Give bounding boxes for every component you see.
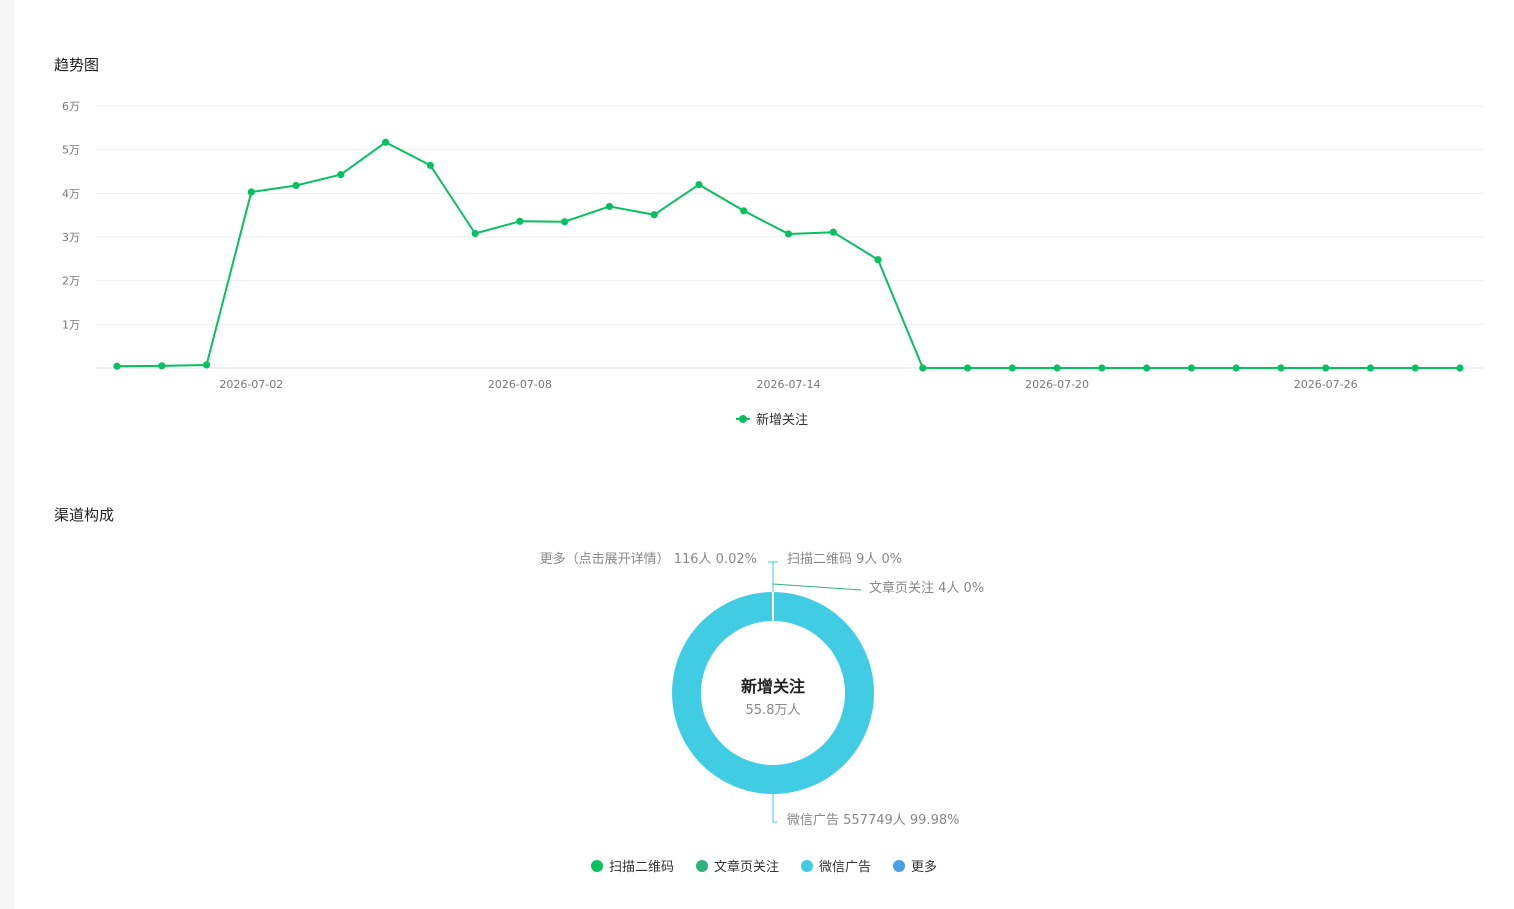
- data-point[interactable]: [829, 228, 837, 236]
- main-panel: 趋势图 1万 2万 3万 4万 5万 6万 2026-07-02 2026-07-08 2026…: [14, 0, 1514, 909]
- data-point[interactable]: [1053, 364, 1061, 372]
- data-point[interactable]: [695, 181, 703, 189]
- data-point[interactable]: [1098, 364, 1106, 372]
- data-point[interactable]: [1187, 364, 1195, 372]
- y-tick-label: 6万: [62, 100, 80, 113]
- slice-label: 文章页关注 4人 0%: [869, 580, 984, 596]
- legend-dot-icon: [695, 859, 708, 872]
- data-point[interactable]: [471, 229, 479, 238]
- channel-legend-item[interactable]: 更多: [893, 856, 937, 875]
- y-tick-label: 5万: [62, 144, 80, 157]
- data-point[interactable]: [516, 217, 524, 225]
- trend-legend-label: 新增关注: [756, 413, 809, 428]
- y-tick-label: 3万: [62, 231, 80, 244]
- channel-donut-chart[interactable]: 新增关注 55.8万人 更多（点击展开详情） 116人 0.02% 扫描二维码 9人 …: [14, 540, 1514, 840]
- data-point[interactable]: [605, 202, 614, 211]
- legend-label: 更多: [911, 860, 938, 875]
- x-tick-label: 2026-07-08: [488, 378, 552, 391]
- data-point[interactable]: [874, 256, 882, 264]
- leader-line: [768, 561, 778, 592]
- data-point[interactable]: [1008, 364, 1016, 372]
- x-tick-label: 2026-07-20: [1025, 378, 1089, 391]
- channel-legend-item[interactable]: 文章页关注: [695, 856, 779, 875]
- donut-center-value: 55.8万人: [746, 703, 801, 718]
- legend-label: 文章页关注: [713, 860, 779, 875]
- data-point[interactable]: [1411, 364, 1419, 372]
- legend-label: 扫描二维码: [608, 860, 674, 875]
- data-point[interactable]: [426, 161, 434, 169]
- data-point[interactable]: [784, 230, 793, 238]
- legend-dot-icon: [590, 859, 603, 872]
- legend-label: 微信广告: [819, 860, 872, 875]
- data-point[interactable]: [1143, 364, 1151, 372]
- data-point[interactable]: [963, 364, 972, 372]
- y-tick-label: 4万: [62, 187, 80, 200]
- data-point[interactable]: [292, 181, 300, 190]
- data-point[interactable]: [1277, 364, 1285, 372]
- donut-center-title: 新增关注: [741, 677, 805, 696]
- channel-legend-item[interactable]: 扫描二维码: [590, 856, 674, 875]
- trend-chart-title: 趋势图: [54, 56, 100, 74]
- slice-label: 扫描二维码 9人 0%: [787, 552, 902, 567]
- data-point[interactable]: [337, 170, 345, 179]
- trend-line-chart[interactable]: 1万 2万 3万 4万 5万 6万 2026-07-02 2026-07-08 2026-07-…: [14, 90, 1514, 400]
- channel-legend-item[interactable]: 微信广告: [801, 856, 871, 875]
- channel-legend: 扫描二维码 文章页关注 微信广告 更多: [14, 856, 1514, 875]
- x-tick-label: 2026-07-14: [757, 378, 821, 391]
- channel-chart-title: 渠道构成: [54, 506, 115, 524]
- leader-line: [772, 794, 777, 823]
- data-point[interactable]: [650, 211, 658, 219]
- data-point[interactable]: [1366, 364, 1375, 372]
- data-point[interactable]: [158, 362, 166, 370]
- series-line: [116, 141, 1460, 369]
- data-point[interactable]: [247, 188, 255, 196]
- data-point[interactable]: [561, 218, 569, 226]
- slice-label: 更多（点击展开详情） 116人 0.02%: [540, 551, 757, 567]
- data-point[interactable]: [919, 364, 927, 372]
- y-tick-label: 2万: [62, 275, 80, 288]
- leader-line: [772, 583, 862, 591]
- slice-label: 微信广告 557749人 99.98%: [787, 813, 959, 828]
- x-tick-label: 2026-07-02: [219, 378, 283, 391]
- data-point[interactable]: [202, 361, 211, 369]
- legend-dot-icon: [893, 859, 906, 872]
- data-point[interactable]: [382, 138, 390, 146]
- y-tick-label: 1万: [62, 318, 80, 331]
- data-point[interactable]: [1322, 364, 1330, 372]
- trend-legend-item[interactable]: 新增关注: [736, 409, 808, 428]
- data-point[interactable]: [740, 207, 748, 215]
- series-marker-icon: [736, 413, 750, 425]
- data-point[interactable]: [1456, 364, 1464, 372]
- data-point[interactable]: [1232, 364, 1240, 372]
- x-tick-label: 2026-07-26: [1294, 378, 1358, 391]
- data-point[interactable]: [113, 362, 121, 370]
- legend-dot-icon: [801, 859, 813, 872]
